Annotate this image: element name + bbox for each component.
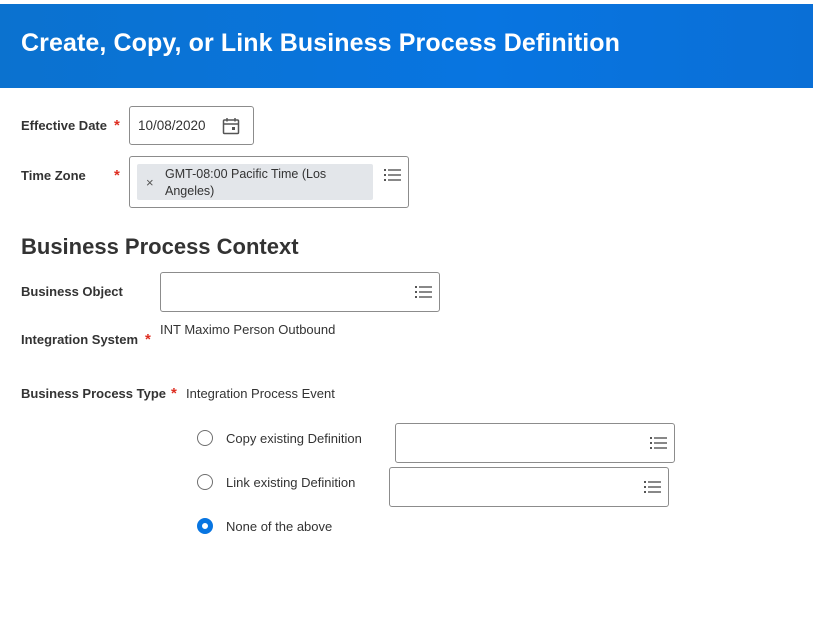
prompt-list-icon[interactable] xyxy=(415,285,432,299)
time-zone-value-line2: Angeles) xyxy=(165,184,215,198)
prompt-list-icon[interactable] xyxy=(384,168,401,182)
copy-existing-label[interactable]: Copy existing Definition xyxy=(226,431,362,446)
effective-date-label: Effective Date xyxy=(21,118,107,133)
time-zone-selected-value: GMT-08:00 Pacific Time (Los Angeles) xyxy=(165,166,365,200)
time-zone-selected-pill: × GMT-08:00 Pacific Time (Los Angeles) xyxy=(137,164,373,200)
required-indicator: * xyxy=(114,167,120,184)
section-title: Business Process Context xyxy=(21,234,299,259)
copy-definition-field[interactable] xyxy=(395,423,675,463)
copy-existing-radio[interactable] xyxy=(197,430,213,446)
business-process-type-value: Integration Process Event xyxy=(186,386,335,401)
none-of-above-radio[interactable] xyxy=(197,518,213,534)
calendar-icon[interactable] xyxy=(222,117,240,135)
link-definition-field[interactable] xyxy=(389,467,669,507)
time-zone-field[interactable]: × GMT-08:00 Pacific Time (Los Angeles) xyxy=(129,156,409,208)
page-title: Create, Copy, or Link Business Process D… xyxy=(21,29,621,57)
page-header: Create, Copy, or Link Business Process D… xyxy=(0,4,813,88)
remove-selection-icon[interactable]: × xyxy=(146,175,154,190)
link-existing-radio[interactable] xyxy=(197,474,213,490)
time-zone-label: Time Zone xyxy=(21,168,86,183)
link-existing-label[interactable]: Link existing Definition xyxy=(226,475,355,490)
business-process-type-label: Business Process Type xyxy=(21,386,166,401)
prompt-list-icon[interactable] xyxy=(644,480,661,494)
time-zone-value-line1: GMT-08:00 Pacific Time (Los xyxy=(165,167,327,181)
integration-system-label: Integration System xyxy=(21,332,139,347)
integration-system-value: INT Maximo Person Outbound xyxy=(160,322,336,337)
effective-date-value: 10/08/2020 xyxy=(138,118,206,133)
required-indicator: * xyxy=(145,331,151,348)
prompt-list-icon[interactable] xyxy=(650,436,667,450)
required-indicator: * xyxy=(114,117,120,134)
business-object-label: Business Object xyxy=(21,284,123,299)
business-object-field[interactable] xyxy=(160,272,440,312)
none-of-above-label[interactable]: None of the above xyxy=(226,519,332,534)
effective-date-field[interactable]: 10/08/2020 xyxy=(129,106,254,145)
required-indicator: * xyxy=(171,385,177,402)
